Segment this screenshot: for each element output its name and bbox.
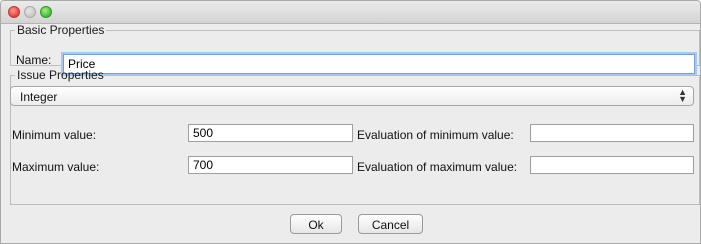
minimum-value-input[interactable] [188,124,353,142]
name-label: Name: [16,53,52,67]
cancel-button[interactable]: Cancel [358,214,423,234]
minimize-icon[interactable] [24,6,36,18]
evaluation-maximum-input[interactable] [530,156,694,174]
ok-button[interactable]: Ok [290,214,342,234]
basic-properties-legend: Basic Properties [17,23,105,37]
issue-type-select[interactable]: Integer ▲ ▼ [10,86,694,106]
basic-properties-group: Basic Properties Name: [10,23,700,74]
maximum-value-label: Maximum value: [12,160,100,174]
close-icon[interactable] [8,6,20,18]
title-bar[interactable] [1,1,700,24]
issue-properties-legend: Issue Properties [17,68,104,82]
up-down-arrows-icon: ▲ ▼ [678,87,687,104]
evaluation-minimum-label: Evaluation of minimum value: [357,128,514,142]
evaluation-maximum-label: Evaluation of maximum value: [357,160,518,174]
minimum-value-label: Minimum value: [12,128,97,142]
zoom-icon[interactable] [40,6,52,18]
evaluation-minimum-input[interactable] [530,124,694,142]
issue-type-value: Integer [20,90,58,104]
maximum-value-input[interactable] [188,156,353,174]
